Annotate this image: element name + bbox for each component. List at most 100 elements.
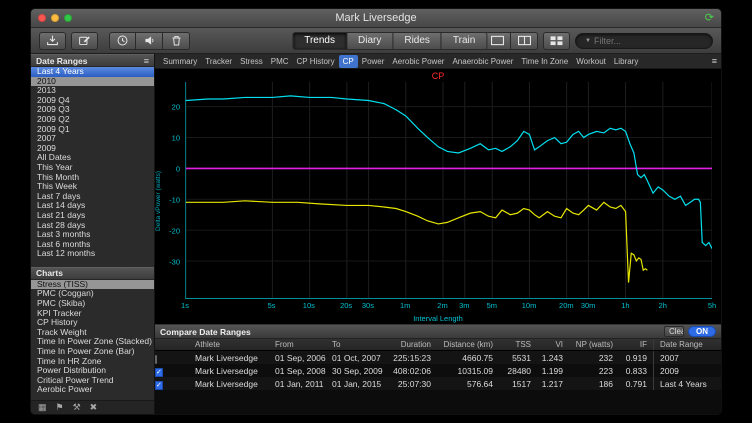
clock-button[interactable]	[109, 32, 136, 50]
tab-tracker[interactable]: Tracker	[201, 55, 236, 68]
minimize-window-button[interactable]	[51, 14, 59, 22]
sync-icon[interactable]: ⟳	[705, 13, 714, 24]
y-axis-ticks: 20100-10-20-30	[163, 82, 183, 299]
col-date-range[interactable]: Date Range	[653, 339, 721, 350]
chart-item-track-weight[interactable]: Track Weight	[31, 328, 154, 338]
tab-aerobic-power[interactable]: Aerobic Power	[388, 55, 448, 68]
cell-vi: 1.217	[537, 379, 569, 389]
view-diary[interactable]: Diary	[347, 32, 393, 50]
chart-item-time-in-hr-zone[interactable]: Time In HR Zone	[31, 357, 154, 367]
col-athlete[interactable]: Athlete	[193, 340, 273, 349]
col-from[interactable]: From	[273, 340, 330, 349]
flag-icon[interactable]: ⚑	[56, 402, 64, 413]
date-range-last-12-months[interactable]: Last 12 months	[31, 249, 154, 259]
col-distance-km[interactable]: Distance (km)	[437, 340, 499, 349]
date-range-2009-q1[interactable]: 2009 Q1	[31, 125, 154, 135]
cell-range: 2007	[653, 351, 721, 364]
date-range-last-4-years[interactable]: Last 4 Years	[31, 67, 154, 77]
date-range-last-21-days[interactable]: Last 21 days	[31, 211, 154, 221]
compose-button[interactable]	[71, 32, 98, 50]
compare-row[interactable]: ✓Mark Liversedge01 Jan, 201101 Jan, 2015…	[155, 377, 721, 390]
tab-time-in-zone[interactable]: Time In Zone	[517, 55, 572, 68]
tab-cp-history[interactable]: CP History	[293, 55, 339, 68]
table-icon[interactable]: ▦	[38, 402, 47, 413]
tab-stress[interactable]: Stress	[236, 55, 267, 68]
date-range-last-28-days[interactable]: Last 28 days	[31, 221, 154, 231]
layout-single-button[interactable]	[484, 32, 511, 50]
view-train[interactable]: Train	[442, 32, 487, 50]
tab-workout[interactable]: Workout	[572, 55, 610, 68]
date-range-2009-q3[interactable]: 2009 Q3	[31, 105, 154, 115]
chart-item-critical-power-trend[interactable]: Critical Power Trend	[31, 376, 154, 386]
date-ranges-header: Date Ranges ≡	[31, 54, 154, 67]
tools-icon[interactable]: ⚒	[73, 402, 81, 413]
import-button[interactable]	[39, 32, 66, 50]
col-vi[interactable]: VI	[537, 340, 569, 349]
date-range-2010[interactable]: 2010	[31, 77, 154, 87]
cell-from: 01 Jan, 2011	[273, 379, 330, 389]
layout-split-button[interactable]	[511, 32, 538, 50]
chart-item-stress-tiss[interactable]: Stress (TISS)	[31, 280, 154, 290]
row-checkbox[interactable]	[155, 355, 157, 364]
close-icon[interactable]: ✖	[90, 402, 98, 413]
filter-input[interactable]	[594, 36, 711, 46]
menu-icon[interactable]: ≡	[144, 56, 149, 66]
col-if[interactable]: IF	[619, 340, 653, 349]
tab-library[interactable]: Library	[610, 55, 642, 68]
date-range-2009-q2[interactable]: 2009 Q2	[31, 115, 154, 125]
audio-button[interactable]	[136, 32, 163, 50]
date-range-2007[interactable]: 2007	[31, 134, 154, 144]
tab-summary[interactable]: Summary	[159, 55, 201, 68]
date-range-this-week[interactable]: This Week	[31, 182, 154, 192]
col-tss[interactable]: TSS	[499, 340, 537, 349]
cell-range: Last 4 Years	[653, 377, 721, 390]
date-range-this-month[interactable]: This Month	[31, 173, 154, 183]
chart-item-aerobic-power[interactable]: Aerobic Power	[31, 385, 154, 395]
chart-item-kpi-tracker[interactable]: KPI Tracker	[31, 309, 154, 319]
chart-item-power-distribution[interactable]: Power Distribution	[31, 366, 154, 376]
trash-button[interactable]	[163, 32, 190, 50]
col-to[interactable]: To	[330, 340, 387, 349]
tab-cp[interactable]: CP	[339, 55, 358, 68]
col-np-watts[interactable]: NP (watts)	[569, 340, 619, 349]
tab-pmc[interactable]: PMC	[267, 55, 293, 68]
chart-item-time-in-power-zone-bar[interactable]: Time In Power Zone (Bar)	[31, 347, 154, 357]
cell-tss: 1517	[499, 379, 537, 389]
chart-item-time-in-power-zone-stacked[interactable]: Time In Power Zone (Stacked)	[31, 337, 154, 347]
chart-item-pmc-skiba[interactable]: PMC (Skiba)	[31, 299, 154, 309]
date-range-last-14-days[interactable]: Last 14 days	[31, 201, 154, 211]
layout-split-icon	[517, 35, 532, 46]
row-checkbox[interactable]: ✓	[155, 381, 163, 390]
tab-power[interactable]: Power	[358, 55, 389, 68]
tabbar-menu-icon[interactable]: ≡	[712, 56, 717, 66]
on-button[interactable]: ON	[688, 326, 716, 337]
compare-title: Compare Date Ranges	[160, 327, 660, 337]
date-range-2009-q4[interactable]: 2009 Q4	[31, 96, 154, 106]
date-range-last-3-months[interactable]: Last 3 months	[31, 230, 154, 240]
cell-from: 01 Sep, 2008	[273, 366, 330, 376]
compare-row[interactable]: Mark Liversedge01 Sep, 200601 Oct, 20072…	[155, 351, 721, 364]
cell-distance: 10315.09	[437, 366, 499, 376]
close-window-button[interactable]	[38, 14, 46, 22]
view-trends[interactable]: Trends	[292, 32, 347, 50]
date-range-last-7-days[interactable]: Last 7 days	[31, 192, 154, 202]
date-range-2013[interactable]: 2013	[31, 86, 154, 96]
clear-button[interactable]: Clear	[664, 326, 684, 337]
compare-row[interactable]: ✓Mark Liversedge01 Sep, 200830 Sep, 2009…	[155, 364, 721, 377]
row-checkbox[interactable]: ✓	[155, 368, 163, 377]
view-rides[interactable]: Rides	[393, 32, 442, 50]
y-tick-label: 10	[172, 133, 180, 142]
col-duration[interactable]: Duration	[387, 340, 437, 349]
date-range-last-6-months[interactable]: Last 6 months	[31, 240, 154, 250]
chart-item-cp-history[interactable]: CP History	[31, 318, 154, 328]
x-tick-label: 30m	[581, 301, 596, 310]
date-range-2009[interactable]: 2009	[31, 144, 154, 154]
chart-item-pmc-coggan[interactable]: PMC (Coggan)	[31, 289, 154, 299]
date-range-this-year[interactable]: This Year	[31, 163, 154, 173]
date-range-all-dates[interactable]: All Dates	[31, 153, 154, 163]
zoom-window-button[interactable]	[64, 14, 72, 22]
tab-anaerobic-power[interactable]: Anaerobic Power	[448, 55, 517, 68]
traffic-lights	[31, 14, 72, 22]
layout-tile-button[interactable]	[543, 32, 570, 50]
chevron-down-icon[interactable]: ▼	[585, 38, 591, 44]
